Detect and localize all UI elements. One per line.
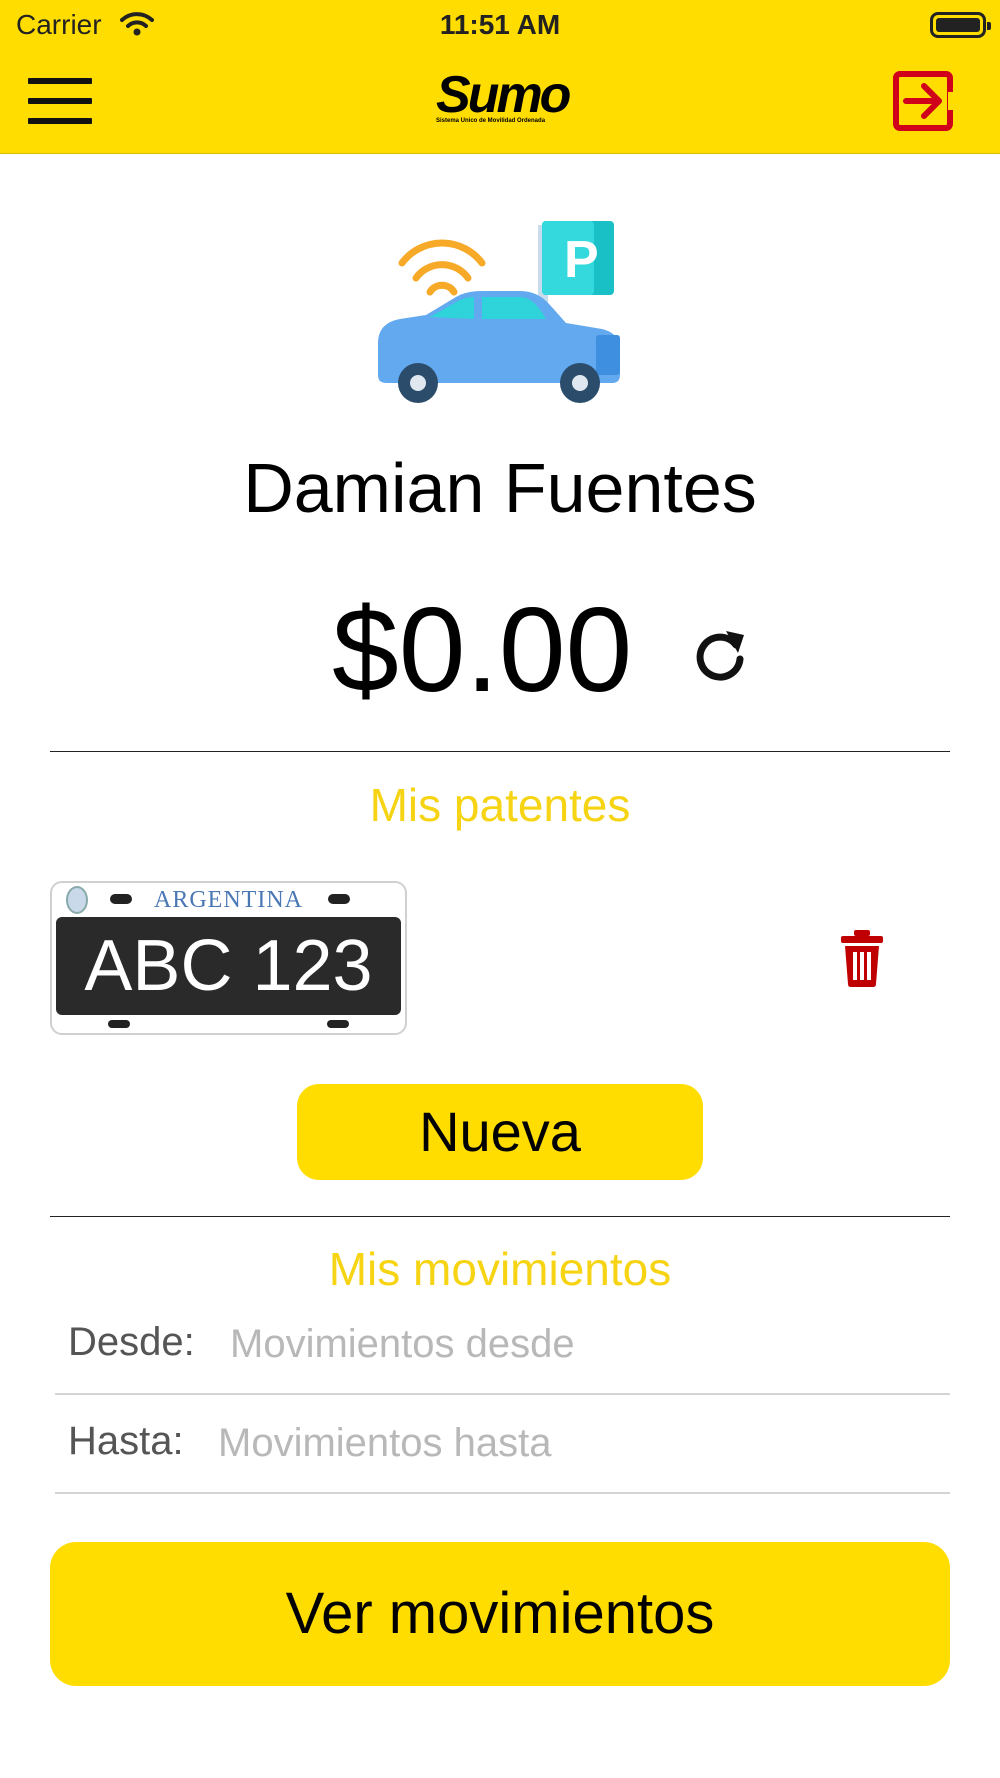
plate-number-panel: ABC 123 <box>56 917 401 1015</box>
status-bar: Carrier 11:51 AM <box>0 0 1000 52</box>
license-plate[interactable]: ARGENTINA ABC 123 <box>50 881 407 1035</box>
plate-number: ABC 123 <box>84 926 373 1006</box>
sumo-logo: Sumo Sistema Unico de Movilidad Ordenada <box>436 66 571 130</box>
divider-bottom <box>50 1216 950 1217</box>
plate-header: ARGENTINA <box>52 883 405 917</box>
to-label: Hasta: <box>68 1419 184 1463</box>
movements-section-title: Mis movimientos <box>328 1243 672 1295</box>
logo-text: Sumo <box>436 66 571 124</box>
divider-top <box>50 751 950 752</box>
to-date-input[interactable] <box>218 1413 930 1473</box>
from-label: Desde: <box>68 1320 195 1364</box>
plate-country: ARGENTINA <box>154 887 303 913</box>
from-date-input[interactable] <box>230 1314 930 1374</box>
plate-bolt-icon <box>327 1020 349 1028</box>
logout-icon[interactable] <box>892 70 958 134</box>
to-date-row: Hasta: <box>55 1395 950 1494</box>
plate-bolt-icon <box>108 1020 130 1028</box>
trash-icon[interactable] <box>838 928 886 988</box>
app-header: Carrier 11:51 AM Sumo Sistema Unico de M… <box>0 0 1000 154</box>
refresh-icon[interactable] <box>690 625 750 685</box>
battery-icon <box>930 12 991 38</box>
plates-section-title: Mis patentes <box>369 779 631 831</box>
hamburger-menu-icon[interactable] <box>28 78 92 124</box>
view-movements-button[interactable]: Ver movimientos <box>50 1542 950 1686</box>
new-plate-button[interactable]: Nueva <box>297 1084 703 1180</box>
clock: 11:51 AM <box>439 9 561 40</box>
parking-car-illustration: P <box>378 221 620 403</box>
svg-text:P: P <box>564 231 599 289</box>
user-name: Damian Fuentes <box>243 449 757 527</box>
balance-row: $0.00 <box>0 590 1000 710</box>
from-date-row: Desde: <box>55 1296 950 1395</box>
balance-amount: $0.00 <box>332 583 633 717</box>
